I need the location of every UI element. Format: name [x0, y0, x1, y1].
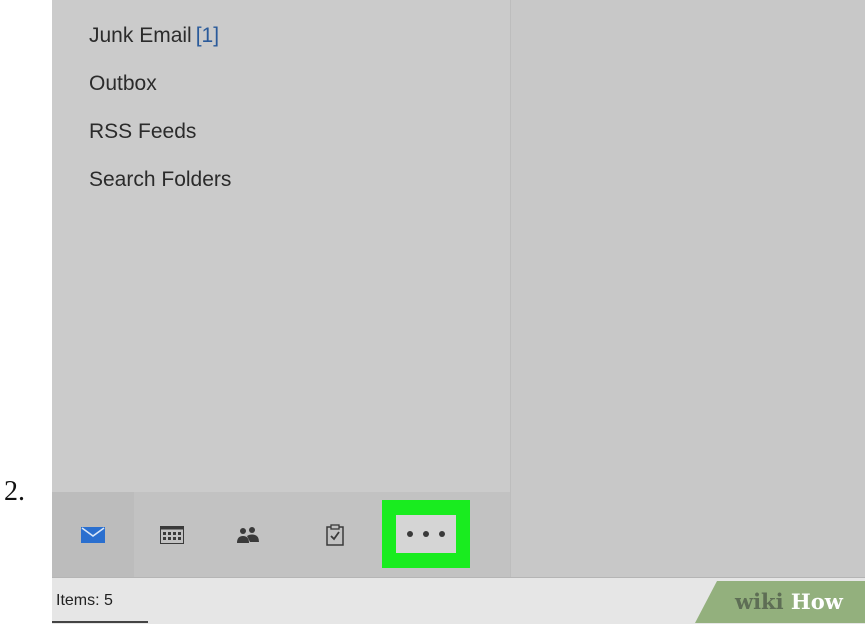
more-options-button[interactable] — [382, 500, 470, 568]
folder-rss-feeds[interactable]: RSS Feeds — [89, 114, 231, 162]
folder-junk-email[interactable]: Junk Email [1] — [89, 18, 231, 66]
more-options-icon — [396, 515, 456, 553]
folder-label: Search Folders — [89, 168, 232, 191]
folder-list: Junk Email [1] Outbox RSS Feeds Search Fo… — [89, 18, 231, 210]
mail-button[interactable] — [52, 492, 134, 577]
people-button[interactable] — [210, 492, 286, 577]
folder-search-folders[interactable]: Search Folders — [89, 162, 231, 210]
items-count: Items: 5 — [56, 592, 113, 609]
reading-pane — [510, 0, 865, 577]
wikihow-watermark: wiki How — [695, 581, 865, 623]
folder-label: RSS Feeds — [89, 120, 197, 143]
unread-count: [1] — [195, 24, 220, 47]
watermark-wiki: wiki — [735, 589, 784, 614]
folder-pane: Junk Email [1] Outbox RSS Feeds Search Fo… — [52, 0, 510, 492]
folder-label: Outbox — [89, 72, 157, 95]
step-number: 2. — [4, 476, 25, 507]
watermark-how: How — [790, 589, 843, 614]
folder-label: Junk Email — [89, 24, 192, 47]
folder-outbox[interactable]: Outbox — [89, 66, 231, 114]
outlook-window: Junk Email [1] Outbox RSS Feeds Search Fo… — [52, 0, 865, 624]
people-icon — [237, 526, 259, 543]
navigation-bar — [52, 492, 510, 577]
calendar-icon — [160, 525, 184, 544]
mail-icon — [81, 526, 105, 543]
tasks-icon — [326, 523, 344, 546]
tasks-button[interactable] — [297, 492, 373, 577]
calendar-button[interactable] — [134, 492, 210, 577]
